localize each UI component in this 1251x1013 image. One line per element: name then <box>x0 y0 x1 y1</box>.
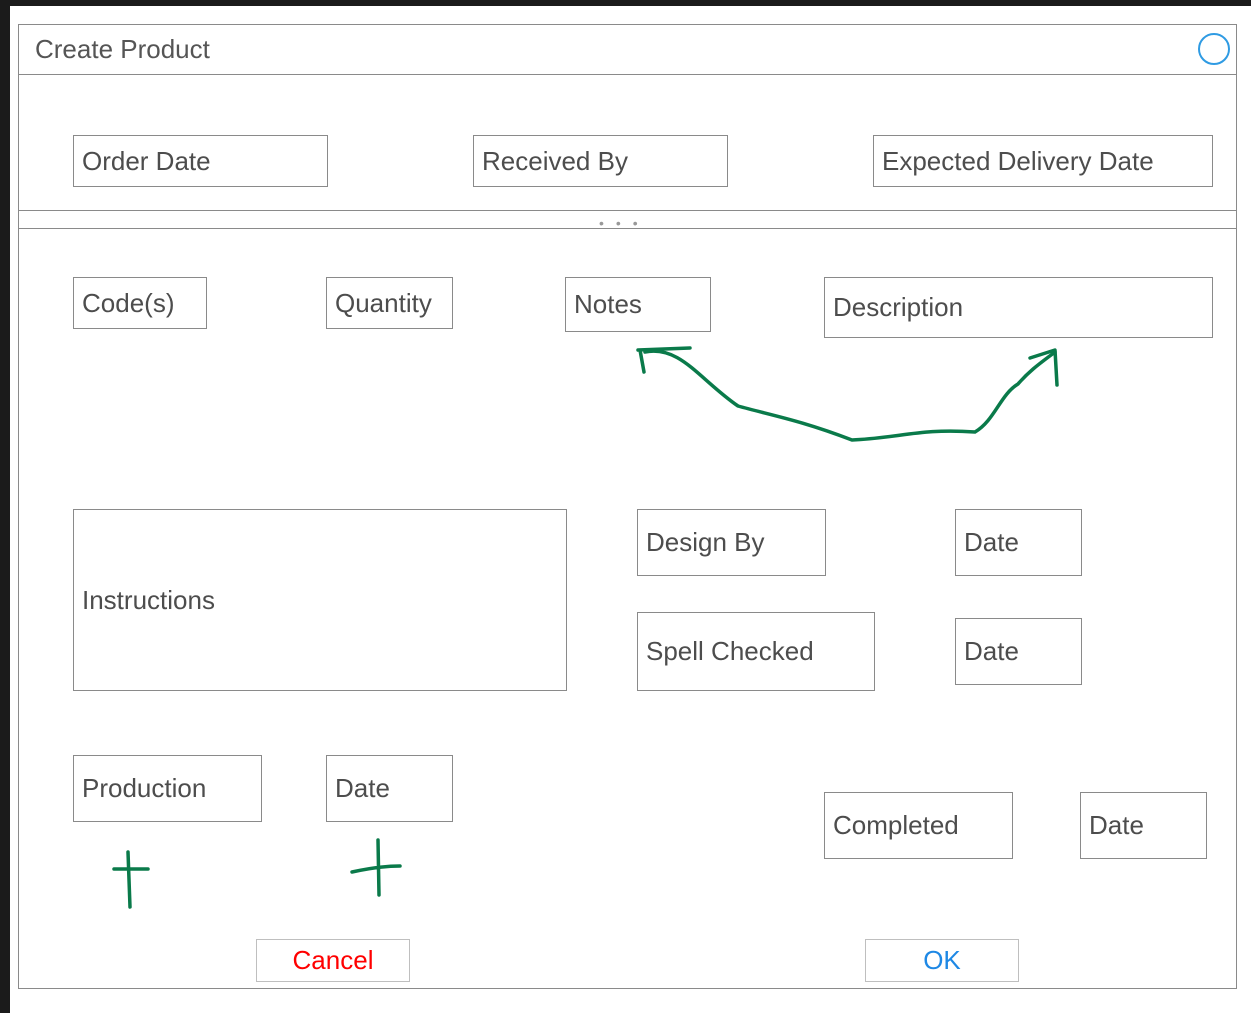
title-bar: Create Product <box>19 25 1236 75</box>
lower-panel-divider <box>19 228 1236 229</box>
ok-button[interactable]: OK <box>865 939 1019 982</box>
design-date-field[interactable]: Date <box>955 509 1082 576</box>
expected-delivery-date-field[interactable]: Expected Delivery Date <box>873 135 1213 187</box>
order-date-field[interactable]: Order Date <box>73 135 328 187</box>
completed-date-field[interactable]: Date <box>1080 792 1207 859</box>
notes-field[interactable]: Notes <box>565 277 711 332</box>
description-field[interactable]: Description <box>824 277 1213 338</box>
quantity-field[interactable]: Quantity <box>326 277 453 329</box>
received-by-field[interactable]: Received By <box>473 135 728 187</box>
spell-checked-field[interactable]: Spell Checked <box>637 612 875 691</box>
completed-field[interactable]: Completed <box>824 792 1013 859</box>
design-by-field[interactable]: Design By <box>637 509 826 576</box>
spell-checked-date-field[interactable]: Date <box>955 618 1082 685</box>
close-circle-icon[interactable] <box>1198 33 1230 65</box>
production-date-field[interactable]: Date <box>326 755 453 822</box>
instructions-field[interactable]: Instructions <box>73 509 567 691</box>
cancel-button[interactable]: Cancel <box>256 939 410 982</box>
top-panel-divider <box>19 210 1236 211</box>
production-field[interactable]: Production <box>73 755 262 822</box>
dialog-title: Create Product <box>35 34 210 64</box>
codes-field[interactable]: Code(s) <box>73 277 207 329</box>
